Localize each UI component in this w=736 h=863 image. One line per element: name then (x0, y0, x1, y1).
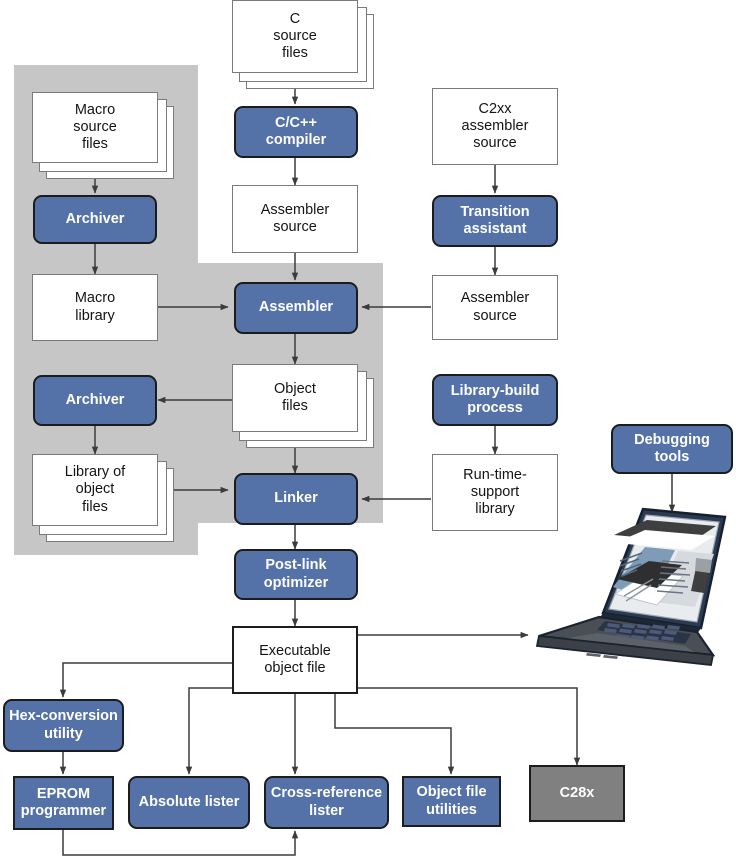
c-cpp-compiler-box[interactable]: C/C++ compiler (234, 106, 358, 158)
post-link-optimizer-label: Post-link optimizer (263, 557, 329, 591)
macro-library-box[interactable]: Macro library (32, 274, 158, 341)
c2xx-assembler-source-label: C2xx assembler source (461, 100, 529, 152)
software-development-flow-diagram: Csource files C/C++ compiler Assembler sour… (0, 0, 736, 863)
c-source-files-label: Csource files (273, 10, 317, 62)
archiver-bottom-box[interactable]: Archiver (33, 375, 157, 426)
macro-source-files-box[interactable]: Macro source files (32, 92, 158, 163)
assembler-source-right-box[interactable]: Assembler source (432, 275, 558, 340)
object-files-box[interactable]: Object files (232, 364, 358, 432)
run-time-support-library-label: Run-time-support library (463, 466, 527, 518)
archiver-top-label: Archiver (65, 210, 125, 227)
assembler-label: Assembler (258, 299, 334, 316)
c-source-files-box[interactable]: Csource files (232, 0, 358, 73)
linker-box[interactable]: Linker (234, 473, 358, 525)
object-files-label: Object files (274, 380, 316, 414)
macro-library-label: Macro library (74, 290, 116, 324)
assembler-source-center-box[interactable]: Assembler source (232, 185, 358, 253)
eprom-programmer-label: EPROM programmer (20, 785, 107, 819)
cross-reference-lister-box[interactable]: Cross-reference lister (264, 776, 389, 829)
hex-conversion-utility-label: Hex-conversion utility (9, 708, 118, 742)
assembler-source-right-label: Assembler source (460, 290, 530, 324)
c28x-target-label: C28x (559, 784, 595, 801)
c2xx-assembler-source-box[interactable]: C2xx assembler source (432, 88, 558, 165)
object-file-utilities-label: Object file utilities (416, 784, 487, 818)
executable-object-file-box[interactable]: Executable object file (232, 626, 358, 694)
debugging-tools-box[interactable]: Debugging tools (611, 424, 733, 474)
library-of-object-files-label: Library of object files (64, 464, 126, 515)
library-of-object-files-box[interactable]: Library of object files (32, 454, 158, 526)
transition-assistant-box[interactable]: Transition assistant (432, 195, 558, 247)
cross-reference-lister-label: Cross-reference lister (270, 785, 383, 819)
linker-label: Linker (274, 490, 318, 507)
library-build-process-label: Library-build process (450, 382, 540, 416)
archiver-top-box[interactable]: Archiver (33, 195, 157, 244)
transition-assistant-label: Transition assistant (460, 203, 530, 237)
c28x-target-box[interactable]: C28x (529, 765, 625, 822)
object-file-utilities-box[interactable]: Object file utilities (402, 776, 501, 827)
laptop-illustration (535, 507, 727, 666)
archiver-bottom-label: Archiver (65, 391, 125, 408)
assembler-source-center-label: Assembler source (260, 201, 330, 235)
c-cpp-compiler-label: C/C++ compiler (265, 114, 327, 148)
executable-object-file-label: Executable object file (259, 642, 331, 676)
library-build-process-box[interactable]: Library-build process (432, 374, 558, 426)
absolute-lister-box[interactable]: Absolute lister (128, 776, 250, 829)
hex-conversion-utility-box[interactable]: Hex-conversion utility (3, 699, 124, 752)
absolute-lister-label: Absolute lister (138, 793, 240, 810)
macro-source-files-label: Macro source files (73, 101, 117, 153)
eprom-programmer-box[interactable]: EPROM programmer (13, 776, 114, 830)
assembler-box[interactable]: Assembler (234, 282, 358, 334)
debugging-tools-label: Debugging tools (634, 431, 710, 465)
post-link-optimizer-box[interactable]: Post-link optimizer (234, 549, 358, 600)
